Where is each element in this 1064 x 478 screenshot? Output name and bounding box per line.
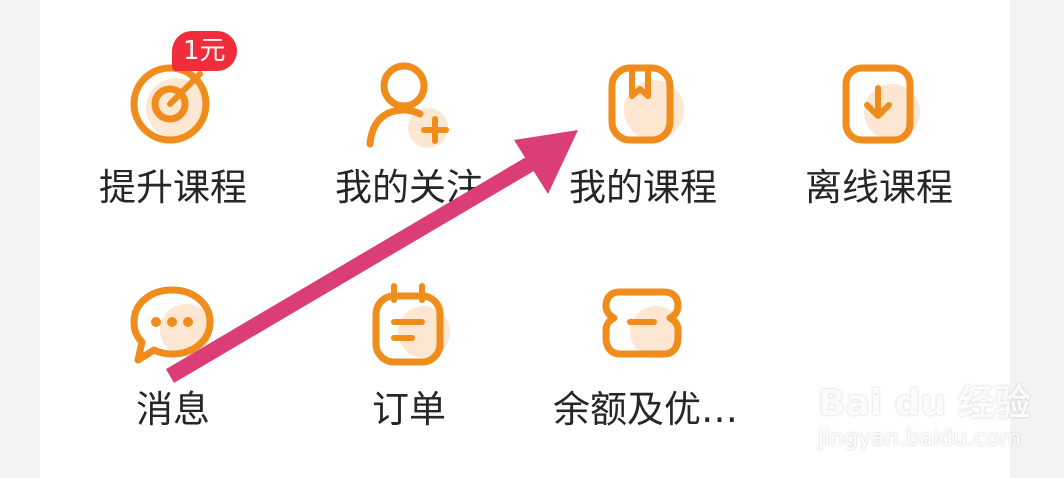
price-badge: 1元 [172,31,237,71]
calendar-list-icon [372,283,450,366]
watermark-logo: Bai du 经验 [818,383,1031,424]
menu-item-messages[interactable]: 消息 [83,282,263,462]
menu-item-label: 我的课程 [569,166,717,209]
menu-item-upgrade-course[interactable]: 提升课程 [83,60,263,240]
menu-item-my-courses[interactable]: 我的课程 [553,60,733,240]
book-icon [608,64,684,144]
menu-item-balance-coupons[interactable]: 余额及优… [553,282,738,462]
menu-item-my-follows[interactable]: 我的关注 [319,60,499,240]
menu-item-label: 消息 [136,388,210,431]
menu-item-offline-courses[interactable]: 离线课程 [789,60,969,240]
watermark-url: jingyan.baidu.com [818,426,1022,451]
menu-item-orders[interactable]: 订单 [319,282,499,462]
baidu-jingyan-watermark: Bai du 经验 jingyan.baidu.com [812,358,1052,468]
menu-item-label: 订单 [372,388,446,431]
menu-item-label: 我的关注 [335,166,483,209]
menu-item-label: 提升课程 [99,166,247,209]
target-icon [130,64,210,144]
wallet-icon [602,288,682,358]
menu-item-label: 离线课程 [805,166,953,209]
screen: 提升课程 1元 我的关注 我的课程 离线课程 消息 订单 余额及优… Bai d… [0,0,1064,478]
menu-item-label: 余额及优… [553,388,738,431]
download-icon [842,64,920,144]
chat-bubble-icon [130,286,214,364]
user-add-icon [366,62,449,148]
